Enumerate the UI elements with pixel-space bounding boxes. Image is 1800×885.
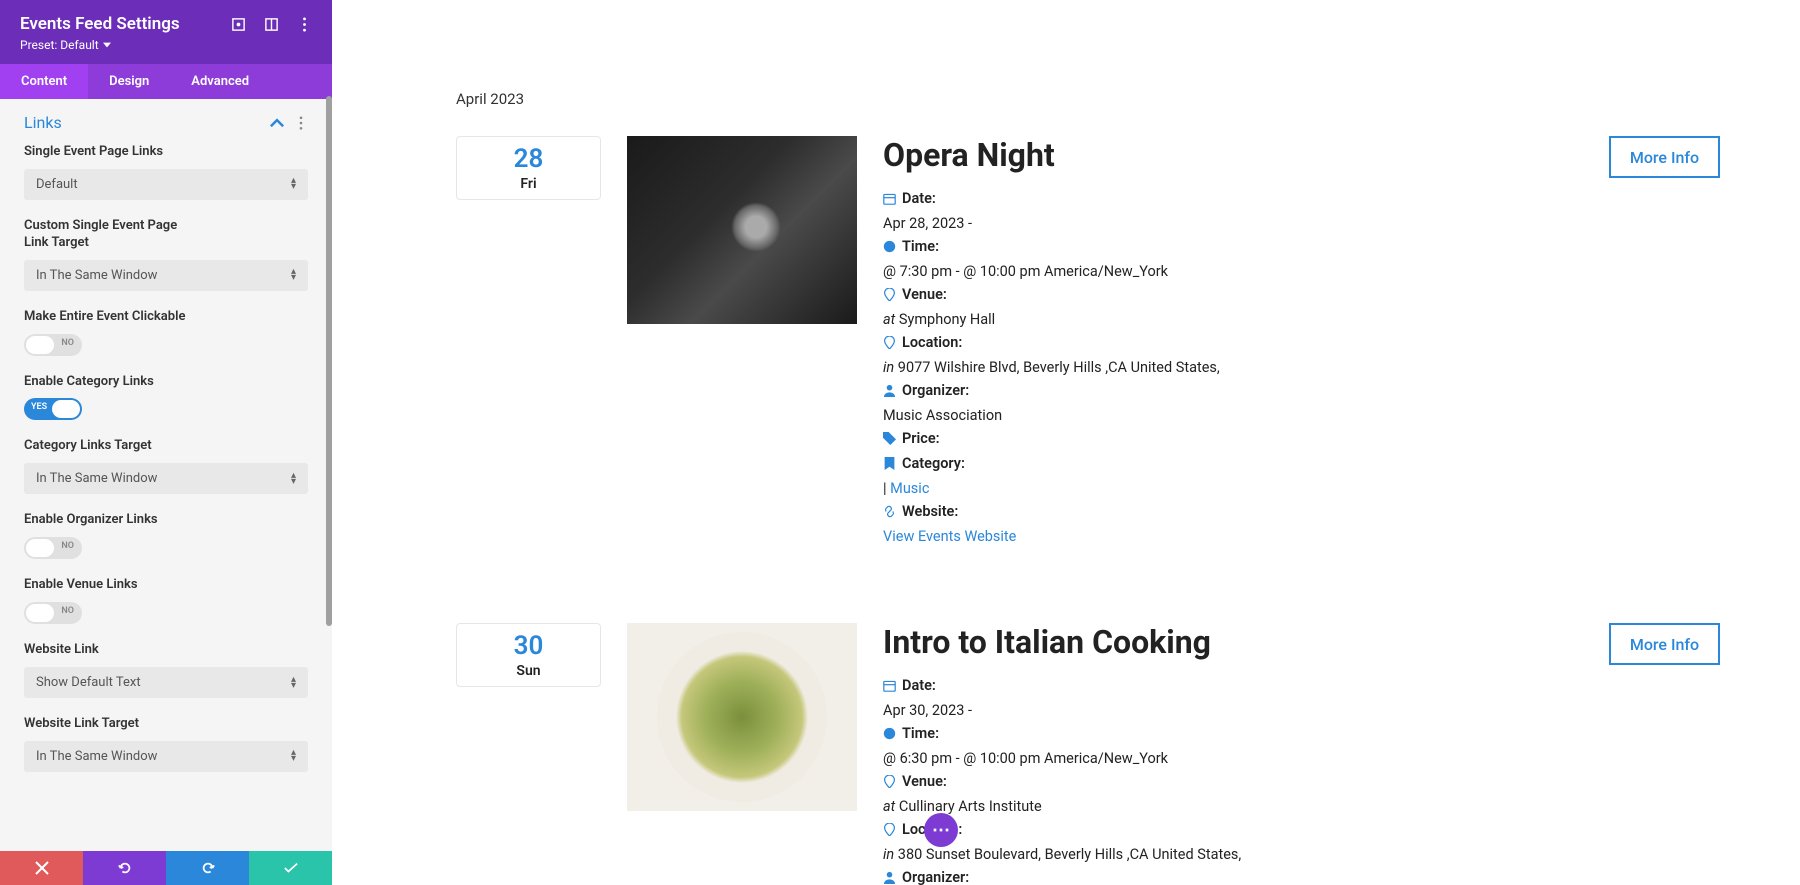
undo-button[interactable] — [83, 851, 166, 885]
date-box: 28 Fri — [456, 136, 601, 200]
clock-icon — [883, 240, 896, 253]
tab-advanced[interactable]: Advanced — [170, 64, 270, 99]
toggle-enable-cat[interactable]: YES — [24, 398, 82, 420]
category-link[interactable]: Music — [890, 480, 929, 497]
toggle-make-clickable[interactable]: NO — [24, 334, 82, 356]
confirm-button[interactable] — [249, 851, 332, 885]
tag-icon — [883, 432, 896, 445]
cancel-button[interactable] — [0, 851, 83, 885]
event-image — [627, 623, 857, 811]
website-link[interactable]: View Events Website — [883, 528, 1016, 545]
preview-area: April 2023 28 Fri Opera Night Date: Apr … — [332, 0, 1800, 885]
sidebar-title: Events Feed Settings — [20, 14, 231, 34]
more-info-button[interactable]: More Info — [1609, 136, 1720, 178]
label-enable-venue: Enable Venue Links — [24, 577, 204, 594]
link-icon — [883, 505, 896, 518]
preset-dropdown[interactable]: Preset: Default — [20, 38, 231, 52]
label-enable-org: Enable Organizer Links — [24, 512, 204, 529]
event-image — [627, 136, 857, 324]
footer-actions — [0, 851, 332, 885]
date-box: 30 Sun — [456, 623, 601, 687]
event-title[interactable]: Opera Night — [883, 136, 1583, 174]
section-title[interactable]: Links — [24, 113, 62, 132]
event-details: Opera Night Date: Apr 28, 2023 - Time: @… — [883, 136, 1583, 549]
calendar-icon — [883, 192, 896, 205]
settings-sidebar: Events Feed Settings Preset: Default Con… — [0, 0, 332, 885]
toggle-enable-venue[interactable]: NO — [24, 602, 82, 624]
redo-button[interactable] — [166, 851, 249, 885]
pin-icon — [883, 336, 896, 349]
pin-icon — [883, 775, 896, 788]
select-website-target[interactable]: In The Same Window ▴▾ — [24, 741, 308, 772]
month-header: April 2023 — [456, 90, 1720, 108]
select-custom-target[interactable]: In The Same Window ▴▾ — [24, 260, 308, 291]
chevron-up-icon[interactable] — [270, 116, 284, 130]
pin-icon — [883, 288, 896, 301]
tab-design[interactable]: Design — [88, 64, 170, 99]
event-title[interactable]: Intro to Italian Cooking — [883, 623, 1583, 661]
more-info-button[interactable]: More Info — [1609, 623, 1720, 665]
toggle-enable-org[interactable]: NO — [24, 537, 82, 559]
label-cat-target: Category Links Target — [24, 438, 204, 455]
tab-content[interactable]: Content — [0, 64, 88, 99]
floating-action-button[interactable]: ⋯ — [924, 813, 958, 847]
calendar-icon — [883, 679, 896, 692]
label-enable-cat: Enable Category Links — [24, 374, 204, 391]
select-cat-target[interactable]: In The Same Window ▴▾ — [24, 463, 308, 494]
event-row: 30 Sun Intro to Italian Cooking Date: Ap… — [456, 623, 1720, 885]
pin-icon — [883, 823, 896, 836]
sidebar-header: Events Feed Settings Preset: Default — [0, 0, 332, 64]
label-custom-target: Custom Single Event Page Link Target — [24, 218, 204, 252]
clock-icon — [883, 727, 896, 740]
tabs: Content Design Advanced — [0, 64, 332, 99]
label-single-event-links: Single Event Page Links — [24, 144, 204, 161]
menu-dots-icon[interactable] — [297, 17, 312, 32]
label-website-link: Website Link — [24, 642, 204, 659]
menu-dots-icon[interactable] — [294, 116, 308, 130]
event-row: 28 Fri Opera Night Date: Apr 28, 2023 - … — [456, 136, 1720, 549]
select-website-link[interactable]: Show Default Text ▴▾ — [24, 667, 308, 698]
select-single-event-links[interactable]: Default ▴▾ — [24, 169, 308, 200]
bookmark-icon — [883, 457, 896, 470]
label-make-clickable: Make Entire Event Clickable — [24, 309, 204, 326]
person-icon — [883, 871, 896, 884]
section-links: Links Single Event Page Links Default ▴▾… — [0, 99, 332, 851]
split-icon[interactable] — [264, 17, 279, 32]
expand-icon[interactable] — [231, 17, 246, 32]
person-icon — [883, 384, 896, 397]
label-website-target: Website Link Target — [24, 716, 204, 733]
event-details: Intro to Italian Cooking Date: Apr 30, 2… — [883, 623, 1583, 885]
